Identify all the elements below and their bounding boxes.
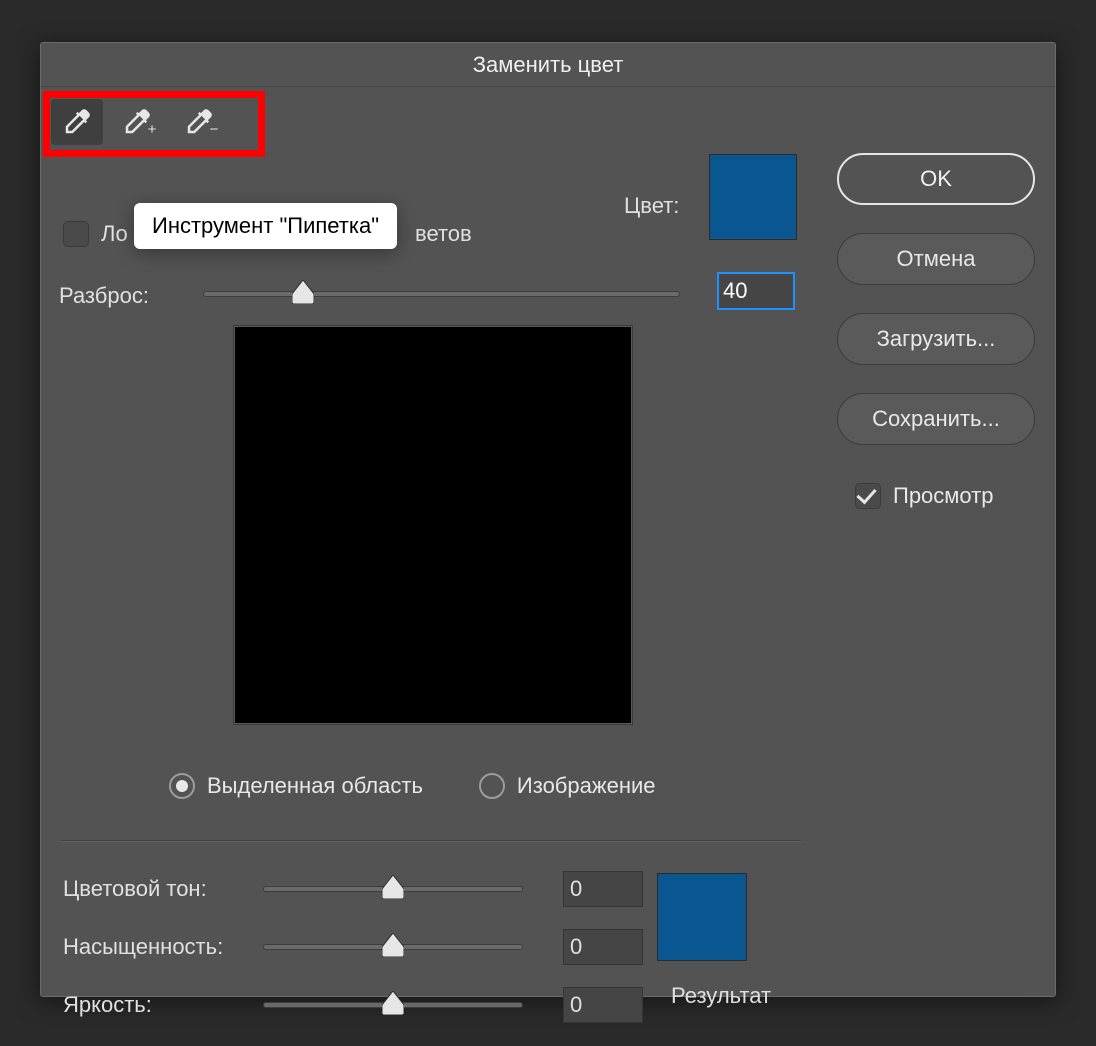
cancel-button[interactable]: Отмена <box>837 233 1035 285</box>
lightness-row: Яркость: <box>63 987 643 1023</box>
fuzziness-input[interactable] <box>717 272 795 310</box>
lightness-slider-thumb[interactable] <box>382 991 404 1015</box>
section-divider <box>61 840 801 841</box>
eyedropper-subtract-tool[interactable]: − <box>175 99 227 145</box>
source-color-swatch[interactable] <box>709 154 797 240</box>
hue-slider-thumb[interactable] <box>382 875 404 899</box>
preview-mode-group: Выделенная область Изображение <box>169 773 656 799</box>
saturation-label: Насыщенность: <box>63 934 263 960</box>
lightness-label: Яркость: <box>63 992 263 1018</box>
saturation-row: Насыщенность: <box>63 929 643 965</box>
selection-preview <box>233 325 633 725</box>
replace-color-dialog: Заменить цвет + − Инструмент "Пипетка" <box>40 42 1056 997</box>
preview-checkbox-label: Просмотр <box>893 483 993 509</box>
localized-clusters-label-start: Ло <box>101 221 128 247</box>
hue-input[interactable] <box>563 871 643 907</box>
hue-slider[interactable] <box>263 886 523 892</box>
dialog-title: Заменить цвет <box>41 43 1055 87</box>
eyedropper-tool[interactable] <box>51 99 103 145</box>
dialog-content: + − Инструмент "Пипетка" Ло ветов Цвет: … <box>41 87 1055 996</box>
saturation-slider[interactable] <box>263 944 523 950</box>
lightness-input[interactable] <box>563 987 643 1023</box>
saturation-input[interactable] <box>563 929 643 965</box>
save-button[interactable]: Сохранить... <box>837 393 1035 445</box>
hue-label: Цветовой тон: <box>63 876 263 902</box>
preview-checkbox[interactable] <box>855 483 881 509</box>
localized-clusters-label-end: ветов <box>415 221 472 247</box>
button-panel: OK Отмена Загрузить... Сохранить... Прос… <box>837 153 1035 509</box>
radio-image-label: Изображение <box>517 773 656 799</box>
saturation-slider-thumb[interactable] <box>382 933 404 957</box>
preview-mode-image[interactable]: Изображение <box>479 773 656 799</box>
eyedropper-icon <box>62 107 92 137</box>
hue-row: Цветовой тон: <box>63 871 643 907</box>
fuzziness-slider-thumb[interactable] <box>292 280 314 304</box>
source-color-label: Цвет: <box>624 193 679 219</box>
preview-mode-selection[interactable]: Выделенная область <box>169 773 423 799</box>
fuzziness-slider[interactable] <box>203 291 680 297</box>
result-color-swatch[interactable] <box>657 873 747 961</box>
localized-clusters-checkbox[interactable] <box>63 221 89 247</box>
fuzziness-label: Разброс: <box>59 283 149 309</box>
tooltip: Инструмент "Пипетка" <box>134 203 397 249</box>
ok-button[interactable]: OK <box>837 153 1035 205</box>
result-label: Результат <box>671 983 771 1009</box>
eyedropper-tool-group: + − <box>51 99 227 145</box>
lightness-slider[interactable] <box>263 1002 523 1008</box>
load-button[interactable]: Загрузить... <box>837 313 1035 365</box>
radio-selection-label: Выделенная область <box>207 773 423 799</box>
eyedropper-add-tool[interactable]: + <box>113 99 165 145</box>
